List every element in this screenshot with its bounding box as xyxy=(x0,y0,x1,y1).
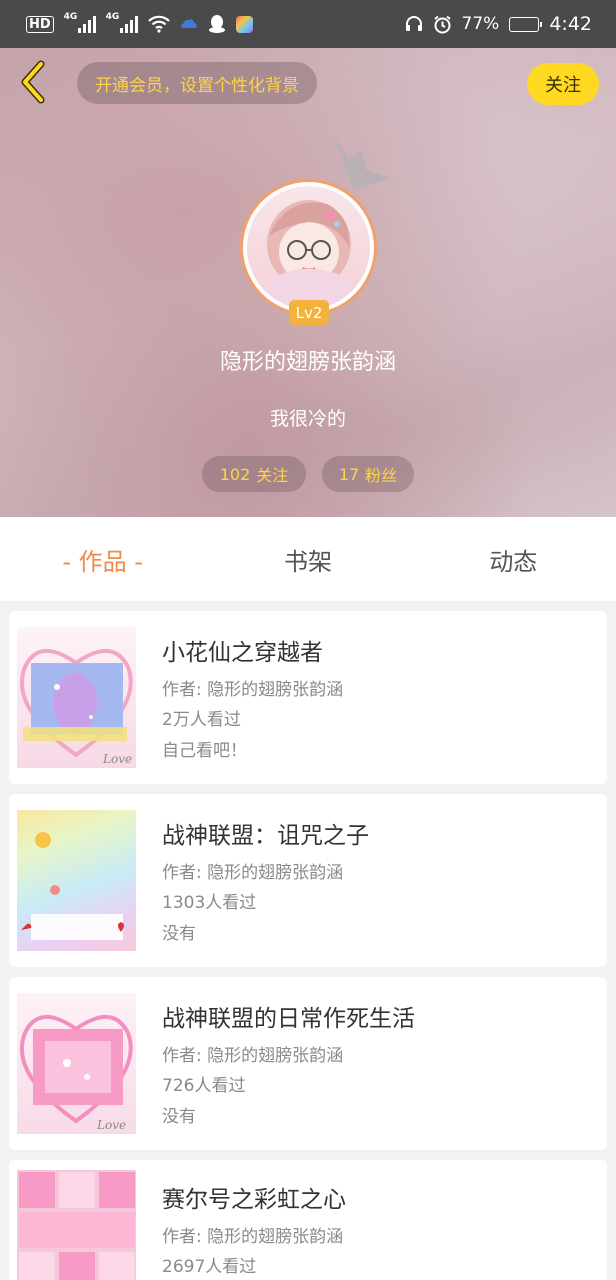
clock: 4:42 xyxy=(549,13,592,35)
user-bio: 我很冷的 xyxy=(269,408,346,430)
work-author: 作者: 隐形的翅膀张韵涵 xyxy=(162,680,344,700)
work-views: 1303人看过 xyxy=(162,893,257,913)
vip-background-banner[interactable]: 开通会员，设置个性化背景 xyxy=(77,62,317,104)
qq-icon xyxy=(208,15,225,33)
following-count-button[interactable]: 102 关注 xyxy=(202,456,306,492)
status-right: 77% 4:42 xyxy=(405,13,592,35)
profile-header: 开通会员，设置个性化背景 关注 Lv2 隐形的翅膀张韵涵 我很冷的 102 关注 xyxy=(0,48,616,517)
level-badge: Lv2 xyxy=(289,300,329,325)
signal-icon: 4G xyxy=(64,12,96,33)
fans-label: 粉丝 xyxy=(365,466,398,485)
profile-tabs: - 作品 - 书架 动态 xyxy=(0,517,616,601)
status-bar: HD 4G 4G 77% 4:42 xyxy=(0,0,616,48)
following-count: 102 xyxy=(219,464,251,484)
work-summary: 没有 xyxy=(162,1107,196,1127)
battery-percent: 77% xyxy=(461,14,500,34)
work-card[interactable]: Love 小花仙之穿越者 作者: 隐形的翅膀张韵涵 2万人看过 自己看吧！ xyxy=(9,611,607,784)
avatar[interactable] xyxy=(240,179,377,316)
work-author: 作者: 隐形的翅膀张韵涵 xyxy=(162,1046,344,1066)
work-cover xyxy=(17,1170,136,1280)
work-title: 战神联盟：诅咒之子 xyxy=(162,823,369,849)
work-summary: 自己看吧！ xyxy=(162,741,247,761)
work-card[interactable]: 赛尔号之彩虹之心 作者: 隐形的翅膀张韵涵 2697人看过 xyxy=(9,1160,607,1280)
tab-bookshelf[interactable]: 书架 xyxy=(205,517,410,601)
work-card[interactable]: 战神联盟：诅咒之子 作者: 隐形的翅膀张韵涵 1303人看过 没有 xyxy=(9,794,607,967)
cloud-icon xyxy=(181,19,197,28)
chevron-left-icon xyxy=(21,60,45,104)
username: 隐形的翅膀张韵涵 xyxy=(219,350,396,375)
work-cover: Love xyxy=(17,627,136,768)
avatar-image xyxy=(247,186,370,309)
fans-count-button[interactable]: 17 粉丝 xyxy=(322,456,414,492)
back-button[interactable] xyxy=(10,60,54,104)
work-cover xyxy=(17,810,136,951)
app-notification-icon xyxy=(235,15,253,33)
work-views: 2万人看过 xyxy=(162,710,241,730)
battery-icon xyxy=(509,16,543,32)
svg-text:Love: Love xyxy=(96,1118,126,1132)
follow-button[interactable]: 关注 xyxy=(527,63,599,105)
work-title: 战神联盟的日常作死生活 xyxy=(162,1006,415,1032)
work-card[interactable]: Love 战神联盟的日常作死生活 作者: 隐形的翅膀张韵涵 726人看过 没有 xyxy=(9,977,607,1150)
hd-indicator: HD xyxy=(26,15,54,33)
work-title: 小花仙之穿越者 xyxy=(162,640,323,666)
work-title: 赛尔号之彩虹之心 xyxy=(162,1187,346,1213)
tab-works[interactable]: - 作品 - xyxy=(0,517,205,601)
headset-icon xyxy=(405,16,422,31)
work-author: 作者: 隐形的翅膀张韵涵 xyxy=(162,863,344,883)
work-summary: 没有 xyxy=(162,924,196,944)
fans-count: 17 xyxy=(338,464,360,484)
work-cover: Love xyxy=(17,993,136,1134)
wifi-icon xyxy=(147,15,170,33)
following-label: 关注 xyxy=(256,466,289,485)
signal-icon-2: 4G xyxy=(106,12,138,33)
work-views: 2697人看过 xyxy=(162,1257,257,1277)
alarm-icon xyxy=(433,15,451,33)
work-views: 726人看过 xyxy=(162,1076,246,1096)
tab-activity[interactable]: 动态 xyxy=(411,517,616,601)
work-author: 作者: 隐形的翅膀张韵涵 xyxy=(162,1227,344,1247)
status-left: HD 4G 4G xyxy=(26,12,253,34)
svg-text:Love: Love xyxy=(102,752,132,766)
